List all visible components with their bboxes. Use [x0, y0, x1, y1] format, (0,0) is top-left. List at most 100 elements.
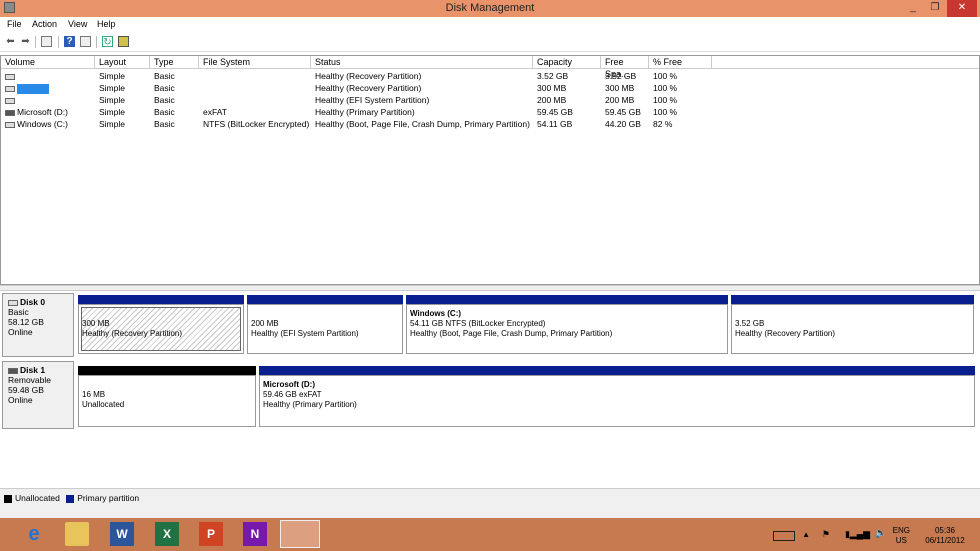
action-center-icon[interactable]: ⚑: [822, 529, 830, 540]
volume-icon: [5, 97, 15, 104]
forward-arrow-icon[interactable]: ➡: [20, 36, 31, 47]
toolbar-separator: [35, 36, 36, 48]
table-cell: Healthy (Recovery Partition): [315, 71, 422, 81]
column-header-status[interactable]: Status: [311, 56, 533, 69]
table-cell: 100 %: [653, 107, 678, 117]
toolbar-separator: [96, 36, 97, 48]
primary-partition-bar: [731, 295, 974, 304]
onenote-icon[interactable]: N: [243, 522, 267, 546]
clock-time: 05:36: [934, 526, 956, 535]
toolbar-separator: [58, 36, 59, 48]
disk-management-taskbar-icon[interactable]: [280, 520, 320, 548]
table-cell: 44.20 GB: [605, 119, 641, 129]
legend-primary: Primary partition: [77, 493, 140, 503]
partition-status: Healthy (Primary Partition): [263, 400, 357, 409]
title-bar: Disk Management _ ❐ ✕: [0, 0, 980, 17]
table-row[interactable]: [5, 94, 17, 106]
rescan-disks-icon[interactable]: [118, 36, 129, 47]
column-header-layout[interactable]: Layout: [95, 56, 150, 69]
table-cell: exFAT: [203, 107, 227, 117]
refresh-icon[interactable]: ↻: [102, 36, 113, 48]
disk-graphical-view: Disk 0 Basic 58.12 GB Online 300 MB Heal…: [0, 291, 980, 488]
partition-size: 54.11 GB NTFS (BitLocker Encrypted): [410, 319, 546, 328]
table-cell: 59.45 GB: [537, 107, 573, 117]
primary-partition-bar: [259, 366, 975, 375]
network-icon[interactable]: ▂▄▆: [850, 529, 870, 540]
partition-recovery-300mb[interactable]: 300 MB Healthy (Recovery Partition): [78, 295, 244, 354]
partition-status: Healthy (Recovery Partition): [735, 329, 836, 338]
partition-status: Healthy (Boot, Page File, Crash Dump, Pr…: [410, 329, 613, 338]
disk-type: Basic: [8, 307, 29, 317]
table-cell: 100 %: [653, 71, 678, 81]
disk-name: Disk 0: [20, 297, 46, 307]
partition-size: 59.46 GB exFAT: [263, 390, 322, 399]
menu-view[interactable]: View: [68, 19, 87, 29]
menu-action[interactable]: Action: [32, 19, 57, 29]
taskbar: e W X P N ▲ ⚑ ▮ ▂▄▆ 🔈 ENG US 05:36 06/11…: [0, 518, 980, 551]
show-hide-console-tree-icon[interactable]: [41, 36, 52, 47]
menu-help[interactable]: Help: [97, 19, 116, 29]
volume-icon[interactable]: 🔈: [875, 528, 887, 539]
partition-title: Windows (C:): [410, 309, 462, 318]
word-icon[interactable]: W: [110, 522, 134, 546]
keyboard-icon[interactable]: [773, 531, 795, 541]
table-cell: Basic: [154, 107, 175, 117]
table-cell: Basic: [154, 119, 175, 129]
table-cell: 59.45 GB: [605, 107, 641, 117]
disk-type: Removable: [8, 375, 51, 385]
properties-icon[interactable]: [80, 36, 91, 47]
partition-status: Unallocated: [82, 400, 125, 409]
table-cell: 54.11 GB: [537, 119, 573, 129]
status-bar: Unallocated Primary partition: [0, 488, 980, 518]
clock[interactable]: 05:36 06/11/2012: [920, 526, 970, 546]
primary-swatch: [66, 494, 75, 503]
table-cell: 3.52 GB: [537, 71, 569, 81]
column-header-percent-free[interactable]: % Free: [649, 56, 712, 69]
maximize-button[interactable]: ❐: [924, 0, 946, 17]
table-row[interactable]: Microsoft (D:): [5, 106, 68, 118]
partition-microsoft-d[interactable]: Microsoft (D:) 59.46 GB exFAT Healthy (P…: [259, 366, 975, 427]
volume-icon: [5, 121, 15, 128]
column-header-capacity[interactable]: Capacity: [533, 56, 601, 69]
menu-file[interactable]: File: [7, 19, 22, 29]
partition-size: 16 MB: [82, 390, 106, 399]
partition-recovery-3-52gb[interactable]: 3.52 GB Healthy (Recovery Partition): [731, 295, 974, 354]
partition-size: 300 MB: [82, 319, 110, 328]
column-header-volume[interactable]: Volume: [1, 56, 95, 69]
partition-windows-c[interactable]: Windows (C:) 54.11 GB NTFS (BitLocker En…: [406, 295, 728, 354]
show-hidden-icons[interactable]: ▲: [802, 530, 810, 539]
menu-bar: File Action View Help: [0, 17, 980, 31]
volume-icon: [5, 73, 15, 80]
column-header-type[interactable]: Type: [150, 56, 199, 69]
minimize-button[interactable]: _: [902, 0, 924, 17]
help-icon[interactable]: ?: [64, 36, 75, 47]
back-arrow-icon[interactable]: ⬅: [5, 36, 16, 47]
partition-efi[interactable]: 200 MB Healthy (EFI System Partition): [247, 295, 403, 354]
disk-name: Disk 1: [20, 365, 46, 375]
disk-0-label[interactable]: Disk 0 Basic 58.12 GB Online: [2, 293, 74, 357]
table-cell: Healthy (Recovery Partition): [315, 83, 422, 93]
partition-size: 200 MB: [251, 319, 279, 328]
table-cell: Basic: [154, 83, 175, 93]
close-button[interactable]: ✕: [947, 0, 977, 17]
powerpoint-icon[interactable]: P: [199, 522, 223, 546]
table-cell: Simple: [99, 119, 125, 129]
primary-partition-bar: [406, 295, 728, 304]
column-header-free-space[interactable]: Free Spa...: [601, 56, 649, 79]
table-row[interactable]: Windows (C:): [5, 118, 68, 130]
internet-explorer-icon[interactable]: e: [22, 522, 46, 546]
language-indicator[interactable]: ENG US: [893, 526, 910, 546]
volume-icon: [5, 85, 15, 92]
table-cell: Healthy (Boot, Page File, Crash Dump, Pr…: [315, 119, 530, 129]
table-cell: NTFS (BitLocker Encrypted): [203, 119, 310, 129]
unallocated-space[interactable]: 16 MB Unallocated: [78, 366, 256, 427]
disk-icon: [8, 299, 18, 306]
table-row[interactable]: [5, 82, 49, 94]
excel-icon[interactable]: X: [155, 522, 179, 546]
table-row[interactable]: [5, 70, 17, 82]
table-cell: 82 %: [653, 119, 673, 129]
table-cell: Simple: [99, 83, 125, 93]
column-header-file-system[interactable]: File System: [199, 56, 311, 69]
disk-1-label[interactable]: Disk 1 Removable 59.48 GB Online: [2, 361, 74, 429]
file-explorer-icon[interactable]: [65, 522, 89, 546]
